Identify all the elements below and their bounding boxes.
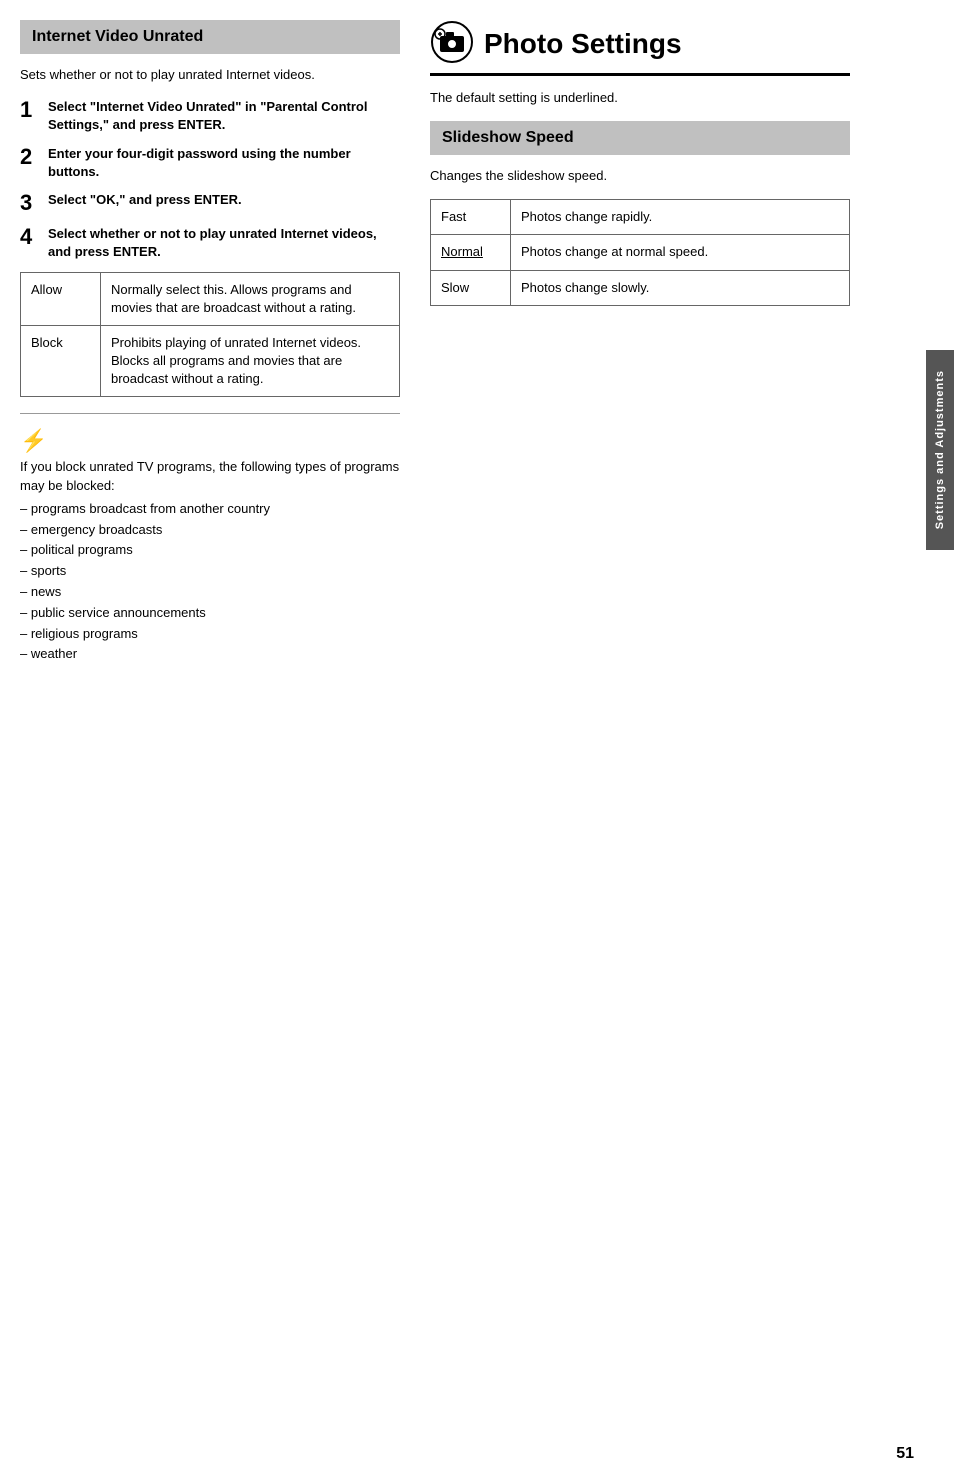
option-allow: Allow bbox=[21, 272, 101, 325]
note-icon: ⚡ bbox=[20, 428, 400, 454]
step-3-number: 3 bbox=[20, 191, 48, 215]
option-allow-description: Normally select this. Allows programs an… bbox=[101, 272, 400, 325]
right-column: Photo Settings The default setting is un… bbox=[420, 20, 850, 1463]
option-fast: Fast bbox=[431, 200, 511, 235]
step-4-text: Select whether or not to play unrated In… bbox=[48, 225, 400, 261]
slideshow-intro: Changes the slideshow speed. bbox=[430, 167, 850, 185]
left-column: Internet Video Unrated Sets whether or n… bbox=[20, 20, 400, 1463]
step-1: 1 Select "Internet Video Unrated" in "Pa… bbox=[20, 98, 400, 134]
list-item: – sports bbox=[20, 561, 400, 582]
photo-icon bbox=[430, 20, 474, 64]
main-content: Internet Video Unrated Sets whether or n… bbox=[0, 0, 954, 1483]
list-item: – emergency broadcasts bbox=[20, 520, 400, 541]
option-block: Block bbox=[21, 325, 101, 397]
step-1-number: 1 bbox=[20, 98, 48, 122]
slideshow-options-table: Fast Photos change rapidly. Normal Photo… bbox=[430, 199, 850, 306]
icon-container bbox=[430, 20, 474, 67]
section-divider bbox=[20, 413, 400, 414]
list-item: – religious programs bbox=[20, 624, 400, 645]
option-slow-description: Photos change slowly. bbox=[511, 270, 850, 305]
table-row-allow: Allow Normally select this. Allows progr… bbox=[21, 272, 400, 325]
step-1-text: Select "Internet Video Unrated" in "Pare… bbox=[48, 98, 400, 134]
photo-settings-icon-wrapper bbox=[430, 20, 474, 67]
table-row-normal: Normal Photos change at normal speed. bbox=[431, 235, 850, 270]
note-section: ⚡ If you block unrated TV programs, the … bbox=[20, 428, 400, 665]
photo-settings-header: Photo Settings bbox=[430, 20, 850, 76]
default-note: The default setting is underlined. bbox=[430, 90, 850, 105]
options-table: Allow Normally select this. Allows progr… bbox=[20, 272, 400, 398]
step-3-text: Select "OK," and press ENTER. bbox=[48, 191, 400, 209]
slideshow-speed-section-header: Slideshow Speed bbox=[430, 121, 850, 155]
option-normal-description: Photos change at normal speed. bbox=[511, 235, 850, 270]
photo-settings-title: Photo Settings bbox=[484, 28, 682, 60]
list-item: – weather bbox=[20, 644, 400, 665]
table-row-fast: Fast Photos change rapidly. bbox=[431, 200, 850, 235]
option-slow: Slow bbox=[431, 270, 511, 305]
option-normal: Normal bbox=[431, 235, 511, 270]
step-3: 3 Select "OK," and press ENTER. bbox=[20, 191, 400, 215]
sidebar-tab: Settings and Adjustments bbox=[926, 350, 954, 550]
internet-video-title: Internet Video Unrated bbox=[32, 28, 388, 46]
option-normal-text: Normal bbox=[441, 244, 483, 259]
table-row-slow: Slow Photos change slowly. bbox=[431, 270, 850, 305]
step-4-number: 4 bbox=[20, 225, 48, 249]
internet-video-intro: Sets whether or not to play unrated Inte… bbox=[20, 66, 400, 84]
option-fast-description: Photos change rapidly. bbox=[511, 200, 850, 235]
step-4: 4 Select whether or not to play unrated … bbox=[20, 225, 400, 261]
option-block-description: Prohibits playing of unrated Internet vi… bbox=[101, 325, 400, 397]
table-row-block: Block Prohibits playing of unrated Inter… bbox=[21, 325, 400, 397]
note-intro-text: If you block unrated TV programs, the fo… bbox=[20, 458, 400, 494]
step-2-text: Enter your four-digit password using the… bbox=[48, 145, 400, 181]
internet-video-section-header: Internet Video Unrated bbox=[20, 20, 400, 54]
list-item: – programs broadcast from another countr… bbox=[20, 499, 400, 520]
note-list: – programs broadcast from another countr… bbox=[20, 499, 400, 665]
list-item: – news bbox=[20, 582, 400, 603]
step-2: 2 Enter your four-digit password using t… bbox=[20, 145, 400, 181]
sidebar-tab-label: Settings and Adjustments bbox=[934, 370, 946, 529]
list-item: – public service announcements bbox=[20, 603, 400, 624]
step-2-number: 2 bbox=[20, 145, 48, 169]
page-number: 51 bbox=[896, 1445, 914, 1463]
slideshow-speed-title: Slideshow Speed bbox=[442, 129, 838, 147]
list-item: – political programs bbox=[20, 540, 400, 561]
page-container: Internet Video Unrated Sets whether or n… bbox=[0, 0, 954, 1483]
